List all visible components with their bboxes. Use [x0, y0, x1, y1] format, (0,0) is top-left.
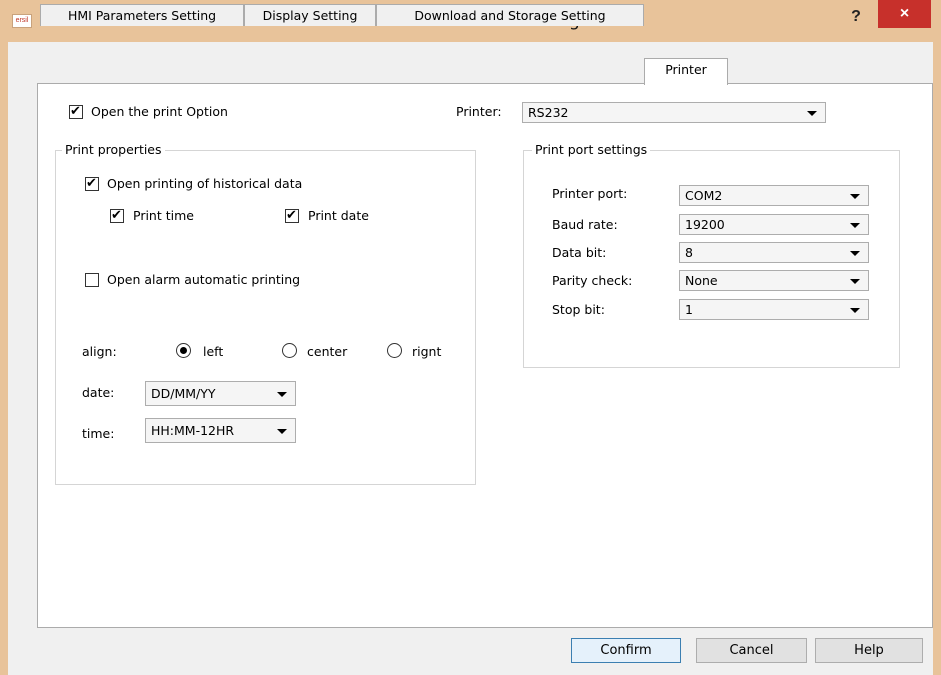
chevron-down-icon [850, 194, 860, 199]
data-bit-value: 8 [685, 245, 693, 260]
print-properties-title: Print properties [62, 142, 165, 157]
baud-rate-select[interactable]: 19200 [679, 214, 869, 235]
align-left-label: left [203, 344, 224, 359]
printer-port-label: Printer port: [552, 186, 628, 201]
baud-rate-label: Baud rate: [552, 217, 618, 232]
chevron-down-icon [277, 392, 287, 397]
printer-select[interactable]: RS232 [522, 102, 826, 123]
printer-port-value: COM2 [685, 188, 723, 203]
close-button[interactable]: × [878, 0, 931, 28]
date-format-value: DD/MM/YY [151, 386, 216, 401]
data-bit-select[interactable]: 8 [679, 242, 869, 263]
historical-data-checkbox[interactable] [85, 175, 99, 191]
time-format-value: HH:MM-12HR [151, 423, 235, 438]
print-date-checkbox[interactable] [285, 207, 299, 223]
tab-display-setting[interactable]: Display Setting [244, 4, 376, 26]
dialog-window: ersil Screen Parameter Setting ? × HMI P… [0, 0, 941, 675]
chevron-down-icon [807, 111, 817, 116]
align-right-radio[interactable] [387, 343, 402, 358]
cancel-button[interactable]: Cancel [696, 638, 807, 663]
open-print-option-checkbox[interactable] [69, 103, 83, 119]
align-right-label: rignt [412, 344, 442, 359]
print-time-checkbox[interactable] [110, 207, 124, 223]
date-format-select[interactable]: DD/MM/YY [145, 381, 296, 406]
align-label: align: [82, 344, 117, 359]
help-button[interactable]: Help [815, 638, 923, 663]
baud-rate-value: 19200 [685, 217, 725, 232]
align-left-radio[interactable] [176, 343, 191, 358]
time-format-select[interactable]: HH:MM-12HR [145, 418, 296, 443]
open-print-option-label: Open the print Option [91, 104, 228, 119]
parity-check-select[interactable]: None [679, 270, 869, 291]
tab-printer[interactable]: Printer [644, 58, 728, 85]
chevron-down-icon [850, 308, 860, 313]
printer-label: Printer: [456, 104, 502, 119]
confirm-button[interactable]: Confirm [571, 638, 681, 663]
time-format-label: time: [82, 426, 115, 441]
date-format-label: date: [82, 385, 115, 400]
stop-bit-select[interactable]: 1 [679, 299, 869, 320]
printer-port-select[interactable]: COM2 [679, 185, 869, 206]
stop-bit-label: Stop bit: [552, 302, 605, 317]
chevron-down-icon [850, 279, 860, 284]
parity-check-value: None [685, 273, 718, 288]
tab-download-storage[interactable]: Download and Storage Setting [376, 4, 644, 26]
parity-check-label: Parity check: [552, 273, 633, 288]
historical-data-label: Open printing of historical data [107, 176, 303, 191]
chevron-down-icon [277, 429, 287, 434]
tab-hmi-parameters[interactable]: HMI Parameters Setting [40, 4, 244, 26]
print-date-label: Print date [308, 208, 369, 223]
stop-bit-value: 1 [685, 302, 693, 317]
chevron-down-icon [850, 223, 860, 228]
align-center-label: center [307, 344, 348, 359]
help-icon[interactable]: ? [842, 6, 870, 28]
alarm-auto-print-label: Open alarm automatic printing [107, 272, 301, 287]
print-port-settings-title: Print port settings [532, 142, 651, 157]
chevron-down-icon [850, 251, 860, 256]
printer-select-value: RS232 [528, 105, 569, 120]
alarm-auto-print-checkbox[interactable] [85, 273, 99, 287]
data-bit-label: Data bit: [552, 245, 607, 260]
align-center-radio[interactable] [282, 343, 297, 358]
print-time-label: Print time [133, 208, 194, 223]
